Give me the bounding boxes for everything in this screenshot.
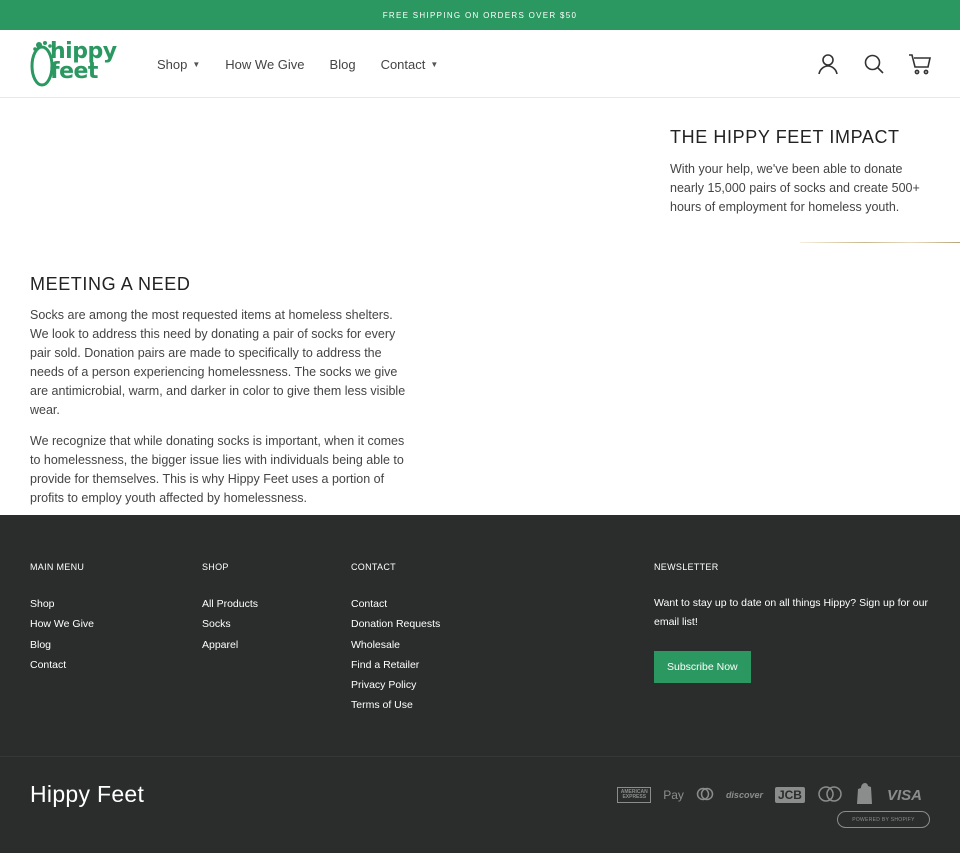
footer-link-donation-requests[interactable]: Donation Requests [351, 614, 440, 634]
apple-pay-label: Pay [663, 788, 684, 802]
nav-contact-label: Contact [380, 56, 426, 72]
nav-how-we-give-label: How We Give [225, 56, 305, 72]
footer-link-terms-of-use[interactable]: Terms of Use [351, 695, 440, 715]
footer-shop-title: SHOP [202, 562, 229, 572]
meeting-a-need-section: MEETING A NEED Socks are among the most … [30, 274, 410, 520]
main-nav: Shop ▼ How We Give Blog Contact ▼ [157, 30, 463, 98]
footer-link-blog[interactable]: Blog [30, 635, 94, 655]
footer-link-all-products[interactable]: All Products [202, 594, 258, 614]
footer-shop: SHOP All Products Socks Apparel [202, 562, 258, 655]
caret-down-icon: ▼ [192, 59, 201, 69]
account-icon[interactable] [816, 52, 840, 76]
need-title: MEETING A NEED [30, 274, 191, 294]
footer-link-shop[interactable]: Shop [30, 594, 94, 614]
header-icons [794, 30, 932, 98]
announcement-text: FREE SHIPPING ON ORDERS OVER $50 [382, 10, 578, 20]
footer-link-apparel[interactable]: Apparel [202, 635, 258, 655]
footer-main-menu-title: MAIN MENU [30, 562, 85, 572]
need-paragraph-1: Socks are among the most requested items… [30, 308, 406, 417]
footer-divider [0, 756, 960, 757]
hippy-feet-logo[interactable]: hippy feet [30, 39, 126, 89]
shopify-pay-icon [855, 783, 875, 807]
nav-shop-label: Shop [157, 56, 188, 72]
powered-by-shopify-badge[interactable]: POWERED BY SHOPIFY [837, 811, 930, 828]
discover-icon: discover [725, 790, 763, 800]
footer-link-contact[interactable]: Contact [30, 655, 94, 675]
apple-pay-icon: Pay [663, 788, 684, 802]
nav-contact[interactable]: Contact ▼ [381, 57, 439, 72]
footer-main-menu: MAIN MENU Shop How We Give Blog Contact [30, 562, 94, 675]
footer-contact-title: CONTACT [351, 562, 396, 572]
payment-icons: AMERICAN EXPRESS Pay discover JCB VISA [605, 783, 922, 807]
announcement-bar: FREE SHIPPING ON ORDERS OVER $50 [0, 0, 960, 30]
need-paragraph-2: We recognize that while donating socks i… [30, 434, 405, 505]
nav-shop[interactable]: Shop ▼ [157, 57, 200, 72]
site-footer: MAIN MENU Shop How We Give Blog Contact … [0, 515, 960, 853]
newsletter-text: Want to stay up to date on all things Hi… [654, 597, 928, 628]
nav-how-we-give[interactable]: How We Give [225, 57, 304, 72]
footer-newsletter: NEWSLETTER Want to stay up to date on al… [654, 562, 934, 683]
footer-link-find-retailer[interactable]: Find a Retailer [351, 655, 440, 675]
nav-blog-label: Blog [329, 56, 356, 72]
subscribe-button[interactable]: Subscribe Now [654, 651, 751, 683]
mastercard-icon [817, 786, 843, 804]
footer-newsletter-title: NEWSLETTER [654, 562, 719, 572]
site-header: hippy feet Shop ▼ How We Give Blog Conta… [0, 30, 960, 98]
diners-club-icon [696, 787, 714, 803]
footer-link-how-we-give[interactable]: How We Give [30, 614, 94, 634]
caret-down-icon: ▼ [430, 59, 439, 69]
amex-icon: AMERICAN EXPRESS [617, 787, 652, 803]
impact-body: With your help, we've been able to donat… [670, 162, 920, 214]
impact-title: THE HIPPY FEET IMPACT [670, 127, 900, 147]
impact-section: THE HIPPY FEET IMPACT With your help, we… [670, 127, 932, 217]
visa-icon: VISA [886, 786, 922, 804]
search-icon[interactable] [862, 52, 886, 76]
logo-wordmark: hippy feet [50, 41, 117, 84]
footer-link-contact-page[interactable]: Contact [351, 594, 440, 614]
footer-link-socks[interactable]: Socks [202, 614, 258, 634]
footer-brand-name: Hippy Feet [30, 781, 145, 807]
footer-contact: CONTACT Contact Donation Requests Wholes… [351, 562, 440, 716]
cart-icon[interactable] [908, 52, 932, 76]
jcb-icon: JCB [774, 787, 805, 803]
decorative-image-edge [800, 242, 960, 243]
logo-word-feet: feet [50, 59, 98, 84]
powered-by-label: POWERED BY SHOPIFY [852, 816, 915, 823]
footer-link-wholesale[interactable]: Wholesale [351, 635, 440, 655]
footer-link-privacy-policy[interactable]: Privacy Policy [351, 675, 440, 695]
nav-blog[interactable]: Blog [330, 57, 356, 72]
